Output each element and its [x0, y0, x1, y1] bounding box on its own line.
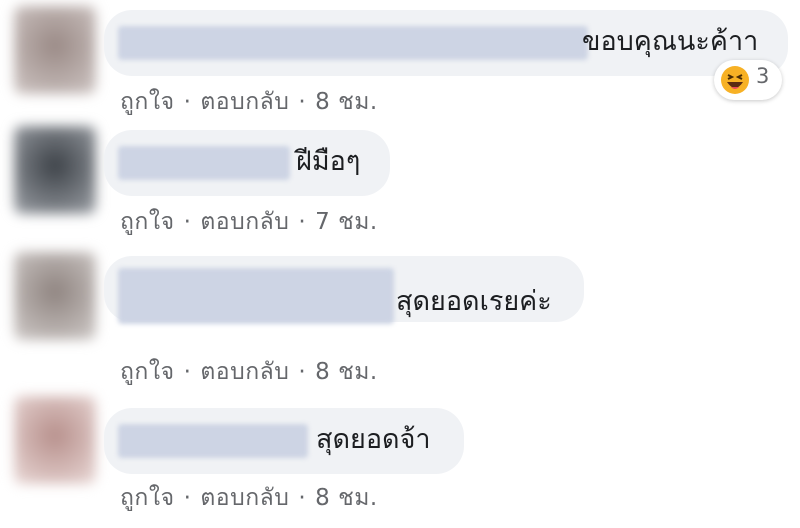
separator-dot: ·: [183, 89, 192, 115]
reply-link[interactable]: ตอบกลับ: [200, 359, 289, 385]
author-name-blurred[interactable]: [118, 26, 588, 60]
comment-actions: ถูกใจ · ตอบกลับ · 7 ชม.: [120, 204, 378, 240]
separator-dot: ·: [183, 209, 192, 235]
timestamp[interactable]: 8 ชม.: [315, 359, 378, 385]
avatar[interactable]: [14, 6, 96, 94]
separator-dot: ·: [183, 485, 192, 511]
timestamp[interactable]: 8 ชม.: [315, 89, 378, 115]
reaction-badge[interactable]: 3: [714, 60, 782, 100]
reaction-count: 3: [756, 64, 770, 88]
comment-bubble: สุดยอดจ้า: [104, 408, 464, 474]
avatar[interactable]: [14, 252, 96, 340]
comment-text: สุดยอดจ้า: [316, 424, 431, 455]
separator-dot: ·: [298, 485, 307, 511]
avatar[interactable]: [14, 126, 96, 214]
separator-dot: ·: [183, 359, 192, 385]
comment-bubble: ฝีมือๆ: [104, 130, 390, 196]
author-name-blurred[interactable]: [118, 268, 394, 324]
timestamp[interactable]: 8 ชม.: [315, 485, 378, 511]
like-link[interactable]: ถูกใจ: [120, 485, 175, 511]
comment-bubble: ขอบคุณนะค้าา: [104, 10, 788, 76]
like-link[interactable]: ถูกใจ: [120, 359, 175, 385]
like-link[interactable]: ถูกใจ: [120, 89, 175, 115]
reply-link[interactable]: ตอบกลับ: [200, 485, 289, 511]
separator-dot: ·: [298, 209, 307, 235]
timestamp[interactable]: 7 ชม.: [315, 209, 378, 235]
comment-bubble: สุดยอดเรยค่ะ: [104, 256, 584, 324]
like-link[interactable]: ถูกใจ: [120, 209, 175, 235]
separator-dot: ·: [298, 89, 307, 115]
comment-text: ขอบคุณนะค้าา: [582, 26, 759, 57]
comment-actions: ถูกใจ · ตอบกลับ · 8 ชม.: [120, 480, 378, 516]
author-name-blurred[interactable]: [118, 424, 308, 458]
comment-actions: ถูกใจ · ตอบกลับ · 8 ชม.: [120, 84, 378, 120]
avatar[interactable]: [14, 396, 96, 484]
haha-emoji-icon: [721, 66, 749, 94]
reply-link[interactable]: ตอบกลับ: [200, 209, 289, 235]
comment-text: สุดยอดเรยค่ะ: [396, 286, 552, 317]
separator-dot: ·: [298, 359, 307, 385]
comment-text: ฝีมือๆ: [296, 146, 361, 177]
author-name-blurred[interactable]: [118, 146, 290, 180]
comment-actions: ถูกใจ · ตอบกลับ · 8 ชม.: [120, 354, 378, 390]
reply-link[interactable]: ตอบกลับ: [200, 89, 289, 115]
